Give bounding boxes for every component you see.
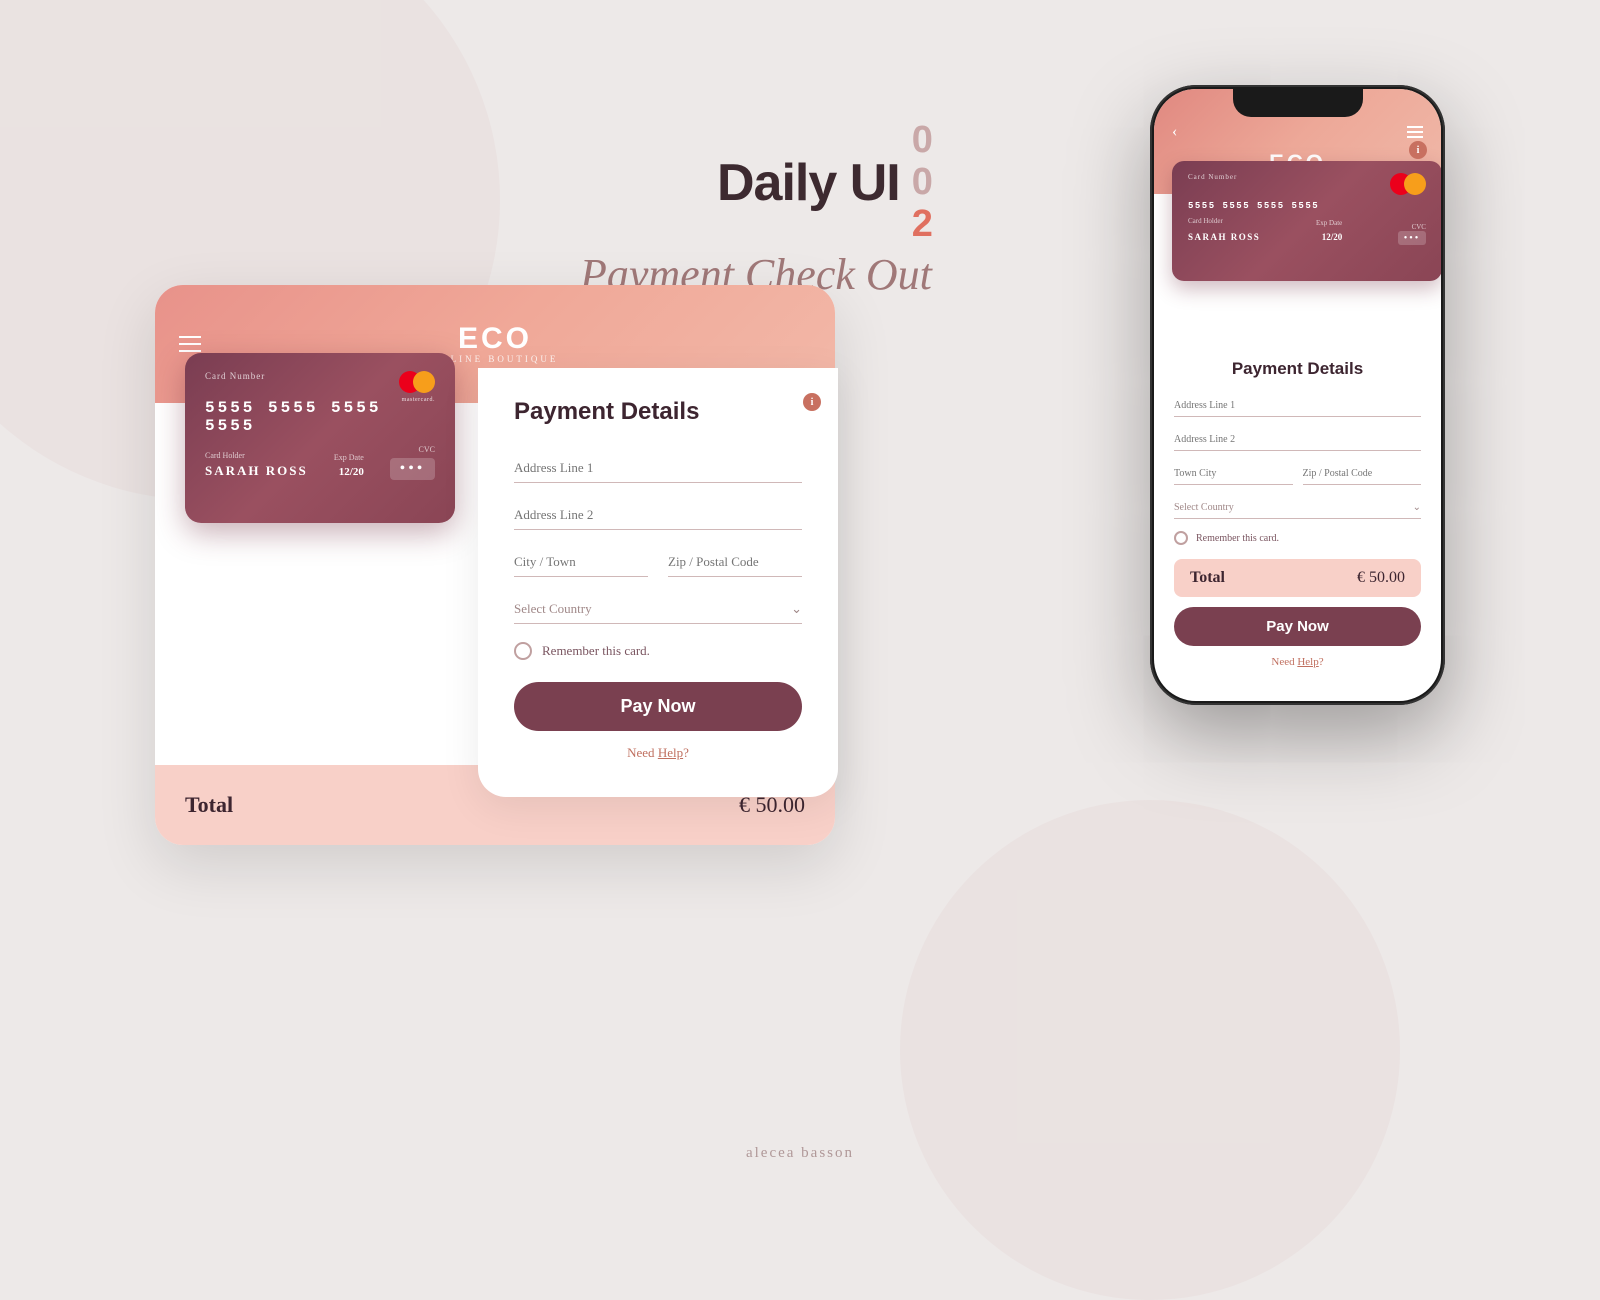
phone-payment-title: Payment Details bbox=[1174, 359, 1421, 379]
exp-date-value: 12/20 bbox=[339, 466, 364, 478]
phone-total-amount: € 50.00 bbox=[1357, 569, 1405, 587]
phone-holder-name: SARAH ROSS bbox=[1188, 232, 1260, 242]
phone-need-help: Need Help? bbox=[1174, 656, 1421, 668]
cvc-dots: ••• bbox=[390, 458, 435, 480]
phone-credit-card: Card Number 5555 5555 5555 5555 Card Hol… bbox=[1172, 161, 1441, 281]
desktop-address2-input[interactable] bbox=[514, 501, 802, 530]
phone-zip-input[interactable] bbox=[1303, 463, 1422, 485]
desktop-country-select[interactable]: Select Country ⌄ bbox=[514, 595, 802, 624]
desktop-help-link[interactable]: Help bbox=[658, 745, 683, 760]
phone-mastercard-icon bbox=[1390, 173, 1426, 195]
desktop-remember-checkbox[interactable] bbox=[514, 642, 532, 660]
desktop-country-label: Select Country bbox=[514, 601, 592, 617]
exp-date-label: Exp Date bbox=[334, 453, 364, 462]
phone-notch bbox=[1233, 89, 1363, 117]
phone-remember-checkbox[interactable] bbox=[1174, 531, 1188, 545]
mc-label: mastercard. bbox=[402, 397, 435, 403]
desktop-payment-panel: Payment Details Select Country ⌄ Remembe… bbox=[478, 368, 838, 797]
phone-city-zip-row bbox=[1174, 463, 1421, 497]
mastercard-icon: mastercard. bbox=[399, 371, 435, 393]
hamburger-icon[interactable] bbox=[179, 336, 201, 352]
phone-info-dot: i bbox=[1409, 141, 1427, 159]
phone-inner: ‹ ECO ONLINE BOUTIQUE Card Number bbox=[1154, 89, 1441, 701]
phone-country-label: Select Country bbox=[1174, 502, 1234, 513]
desktop-payment-title: Payment Details bbox=[514, 398, 802, 426]
desktop-city-input[interactable] bbox=[514, 548, 648, 577]
desktop-info-dot: i bbox=[803, 393, 821, 411]
desktop-remember-row: Remember this card. bbox=[514, 642, 802, 660]
title-area: Daily UI 0 0 2 Payment Check Out bbox=[580, 120, 932, 300]
phone-chevron-down-icon: ⌄ bbox=[1413, 502, 1421, 513]
desktop-pay-now-button[interactable]: Pay Now bbox=[514, 682, 802, 731]
phone-help-link[interactable]: Help bbox=[1297, 656, 1318, 668]
desktop-remember-text: Remember this card. bbox=[542, 643, 650, 659]
phone-holder-label: Card Holder bbox=[1188, 217, 1260, 225]
phone-exp-label: Exp Date bbox=[1316, 219, 1342, 227]
title-numbers: 0 0 2 bbox=[912, 120, 932, 245]
phone-country-select[interactable]: Select Country ⌄ bbox=[1174, 497, 1421, 519]
title-num-1: 0 bbox=[912, 162, 932, 204]
phone-total-label: Total bbox=[1190, 569, 1225, 587]
back-icon[interactable]: ‹ bbox=[1172, 123, 1177, 141]
title-num-2: 2 bbox=[912, 204, 932, 246]
desktop-need-help: Need Help? bbox=[514, 745, 802, 761]
phone-pay-now-button[interactable]: Pay Now bbox=[1174, 607, 1421, 646]
phone-address2-input[interactable] bbox=[1174, 429, 1421, 451]
phone-exp-value: 12/20 bbox=[1322, 232, 1343, 242]
phone-cvc-dots: ••• bbox=[1398, 231, 1426, 245]
phone-card-number: 5555 5555 5555 5555 bbox=[1188, 201, 1426, 211]
card-holder-label: Card Holder bbox=[205, 451, 308, 460]
desktop-zip-input[interactable] bbox=[668, 548, 802, 577]
phone-total-bar: Total € 50.00 bbox=[1174, 559, 1421, 597]
desktop-eco-text: ECO bbox=[432, 324, 559, 354]
desktop-credit-card: Card Number mastercard. 5555 5555 5555 5… bbox=[185, 353, 455, 523]
phone-mc-yellow bbox=[1404, 173, 1426, 195]
card-holder-name: SARAH ROSS bbox=[205, 463, 308, 478]
title-daily-ui-text: Daily UI bbox=[717, 153, 900, 213]
phone-hamburger-icon[interactable] bbox=[1407, 126, 1423, 138]
title-num-0: 0 bbox=[912, 120, 932, 162]
phone-card-number-label: Card Number bbox=[1188, 173, 1237, 181]
mc-yellow-circle bbox=[413, 371, 435, 393]
phone-nav: ‹ bbox=[1154, 123, 1441, 141]
phone-city-input[interactable] bbox=[1174, 463, 1293, 485]
desktop-address1-input[interactable] bbox=[514, 454, 802, 483]
phone-remember-text: Remember this card. bbox=[1196, 533, 1279, 544]
phone-content: Payment Details Select Country ⌄ Remembe… bbox=[1154, 299, 1441, 688]
phone-remember-row: Remember this card. bbox=[1174, 531, 1421, 545]
footer-credit: alecea basson bbox=[746, 1145, 854, 1162]
card-number-label: Card Number bbox=[205, 371, 265, 381]
phone-address1-input[interactable] bbox=[1174, 395, 1421, 417]
cvc-label: CVC bbox=[390, 445, 435, 454]
phone-cvc-label: CVC bbox=[1398, 223, 1426, 231]
desktop-city-zip-row bbox=[514, 548, 802, 595]
card-number: 5555 5555 5555 5555 bbox=[205, 399, 435, 435]
phone-outer: ‹ ECO ONLINE BOUTIQUE Card Number bbox=[1150, 85, 1445, 705]
chevron-down-icon: ⌄ bbox=[791, 601, 802, 617]
phone-mockup: ‹ ECO ONLINE BOUTIQUE Card Number bbox=[1150, 85, 1445, 705]
